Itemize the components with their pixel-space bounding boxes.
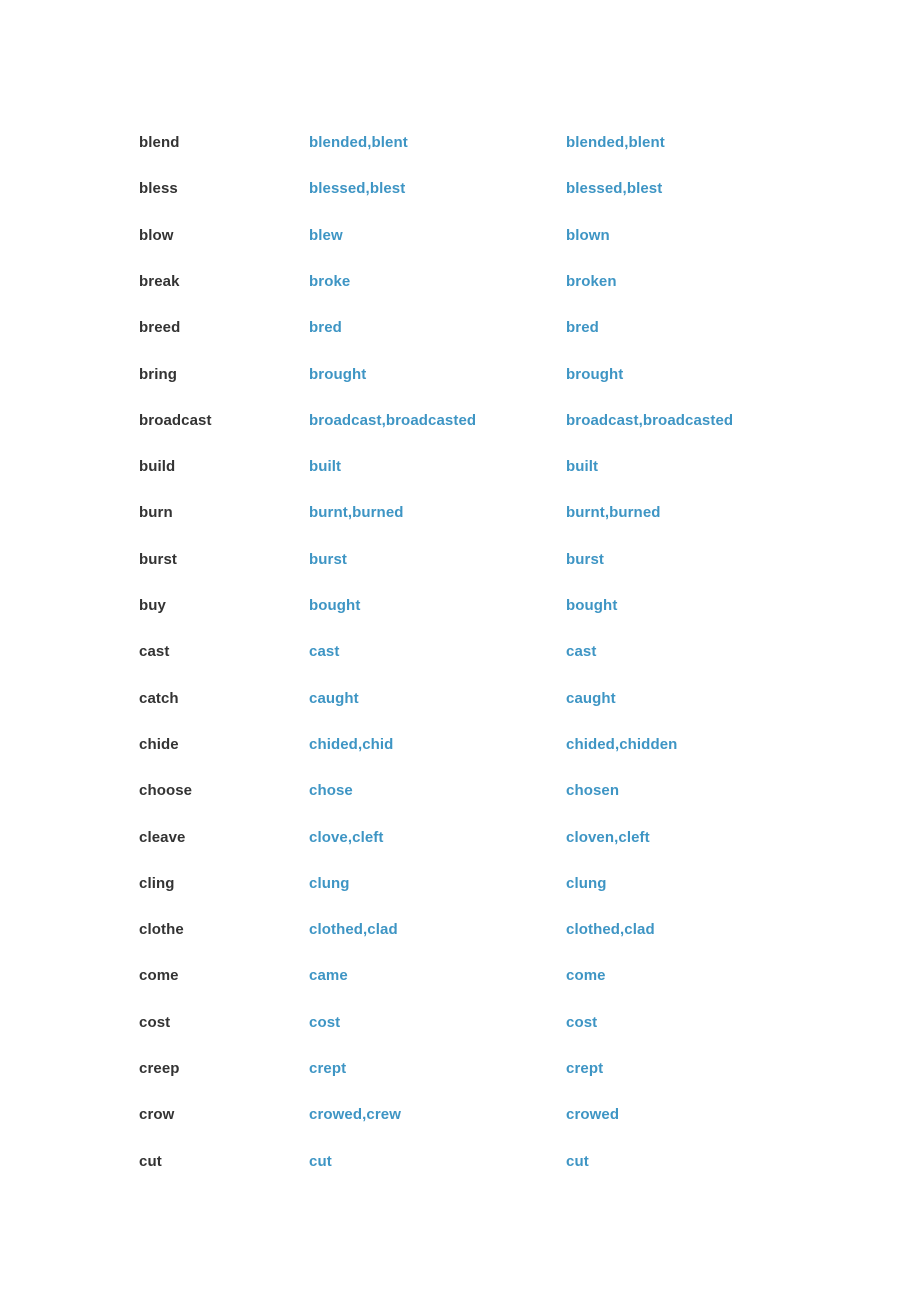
verb-past-simple: broke xyxy=(309,272,351,290)
verb-past-participle: blessed,blest xyxy=(566,180,663,198)
verb-base-form: blow xyxy=(139,226,174,244)
verb-base-form: buy xyxy=(139,597,166,614)
verb-base-form: cling xyxy=(139,874,175,892)
table-row: choose chose chosen xyxy=(0,781,920,827)
verb-past-simple: crept xyxy=(309,1060,347,1077)
verb-past-participle: cost xyxy=(566,1013,598,1031)
verb-past-participle: cast xyxy=(566,643,597,661)
verb-past-simple: broadcast,broadcasted xyxy=(309,411,477,429)
verb-past-participle: blended,blent xyxy=(566,134,665,151)
verb-past-simple: came xyxy=(309,967,348,985)
verb-past-participle: clothed,clad xyxy=(566,921,655,939)
verb-base-form: cast xyxy=(139,643,170,661)
table-row: come came come xyxy=(0,966,920,1012)
verb-past-simple: clothed,clad xyxy=(309,921,398,939)
verb-base-form: clothe xyxy=(139,921,184,939)
verb-past-simple: clung xyxy=(309,874,350,892)
verb-past-participle: broadcast,broadcasted xyxy=(566,411,734,429)
verb-base-form: creep xyxy=(139,1060,180,1077)
verb-past-simple: burst xyxy=(309,550,347,568)
verb-past-simple: built xyxy=(309,458,342,476)
verb-past-simple: burnt,burned xyxy=(309,504,404,522)
verb-past-simple: cast xyxy=(309,643,340,661)
table-row: creep crept crept xyxy=(0,1059,920,1105)
verb-past-simple: cut xyxy=(309,1152,332,1170)
table-row: chide chided,chid chided,chidden xyxy=(0,735,920,781)
table-row: crow crowed,crew crowed xyxy=(0,1105,920,1151)
verb-past-participle: blown xyxy=(566,226,610,244)
verb-past-participle: brought xyxy=(566,365,624,383)
verb-base-form: blend xyxy=(139,134,180,151)
verb-past-participle: bred xyxy=(566,319,599,337)
table-row: burn burnt,burned burnt,burned xyxy=(0,503,920,549)
verb-past-simple: cost xyxy=(309,1013,341,1031)
table-row: bring brought brought xyxy=(0,365,920,411)
table-row: burst burst burst xyxy=(0,550,920,596)
verb-past-simple: chose xyxy=(309,782,353,800)
verb-past-participle: crept xyxy=(566,1060,604,1077)
verb-base-form: cleave xyxy=(139,828,186,846)
table-row: cast cast cast xyxy=(0,642,920,688)
verb-past-simple: bought xyxy=(309,597,361,614)
verb-base-form: bless xyxy=(139,180,178,198)
table-row: build built built xyxy=(0,457,920,503)
verb-past-simple: chided,chid xyxy=(309,735,394,753)
verb-past-participle: come xyxy=(566,967,606,985)
verb-past-simple: caught xyxy=(309,689,359,707)
table-row: clothe clothed,clad clothed,clad xyxy=(0,920,920,966)
verb-past-participle: built xyxy=(566,458,599,476)
verb-past-simple: crowed,crew xyxy=(309,1106,401,1124)
verb-past-participle: chided,chidden xyxy=(566,735,678,753)
verb-base-form: break xyxy=(139,272,180,290)
table-row: bless blessed,blest blessed,blest xyxy=(0,179,920,225)
verb-past-simple: brought xyxy=(309,365,367,383)
verb-past-participle: burnt,burned xyxy=(566,504,661,522)
table-row: cleave clove,cleft cloven,cleft xyxy=(0,828,920,874)
verb-past-participle: cloven,cleft xyxy=(566,828,650,846)
verb-past-simple: blew xyxy=(309,226,343,244)
table-row: buy bought bought xyxy=(0,596,920,642)
table-row: blow blew blown xyxy=(0,226,920,272)
verb-base-form: choose xyxy=(139,782,193,800)
irregular-verbs-table: blend blended,blent blended,blent bless bles… xyxy=(0,0,920,1302)
verb-past-simple: clove,cleft xyxy=(309,828,384,846)
verb-past-simple: blended,blent xyxy=(309,134,408,151)
verb-past-participle: bought xyxy=(566,597,618,614)
verb-base-form: come xyxy=(139,967,179,985)
table-row: blend blended,blent blended,blent xyxy=(0,133,920,179)
table-row: broadcast broadcast,broadcasted broadcast,… xyxy=(0,411,920,457)
table-row: cut cut cut xyxy=(0,1152,920,1198)
verb-past-participle: caught xyxy=(566,689,616,707)
verb-past-participle: broken xyxy=(566,272,617,290)
verb-past-participle: clung xyxy=(566,874,607,892)
verb-base-form: build xyxy=(139,458,176,476)
verb-base-form: cut xyxy=(139,1152,162,1170)
verb-past-simple: bred xyxy=(309,319,342,337)
verb-past-participle: cut xyxy=(566,1152,589,1170)
verb-past-participle: crowed xyxy=(566,1106,620,1124)
table-row: cling clung clung xyxy=(0,874,920,920)
verb-base-form: bring xyxy=(139,365,177,383)
verb-base-form: burst xyxy=(139,550,177,568)
verb-past-participle: chosen xyxy=(566,782,620,800)
verb-base-form: broadcast xyxy=(139,411,212,429)
table-row: cost cost cost xyxy=(0,1013,920,1059)
verb-base-form: chide xyxy=(139,735,179,753)
verb-base-form: cost xyxy=(139,1013,171,1031)
verb-base-form: catch xyxy=(139,689,179,707)
verb-base-form: breed xyxy=(139,319,181,337)
table-row: breed bred bred xyxy=(0,318,920,364)
table-row: break broke broken xyxy=(0,272,920,318)
verb-base-form: crow xyxy=(139,1106,175,1124)
verb-base-form: burn xyxy=(139,504,173,522)
verb-past-participle: burst xyxy=(566,550,604,568)
table-row: catch caught caught xyxy=(0,689,920,735)
verb-past-simple: blessed,blest xyxy=(309,180,406,198)
